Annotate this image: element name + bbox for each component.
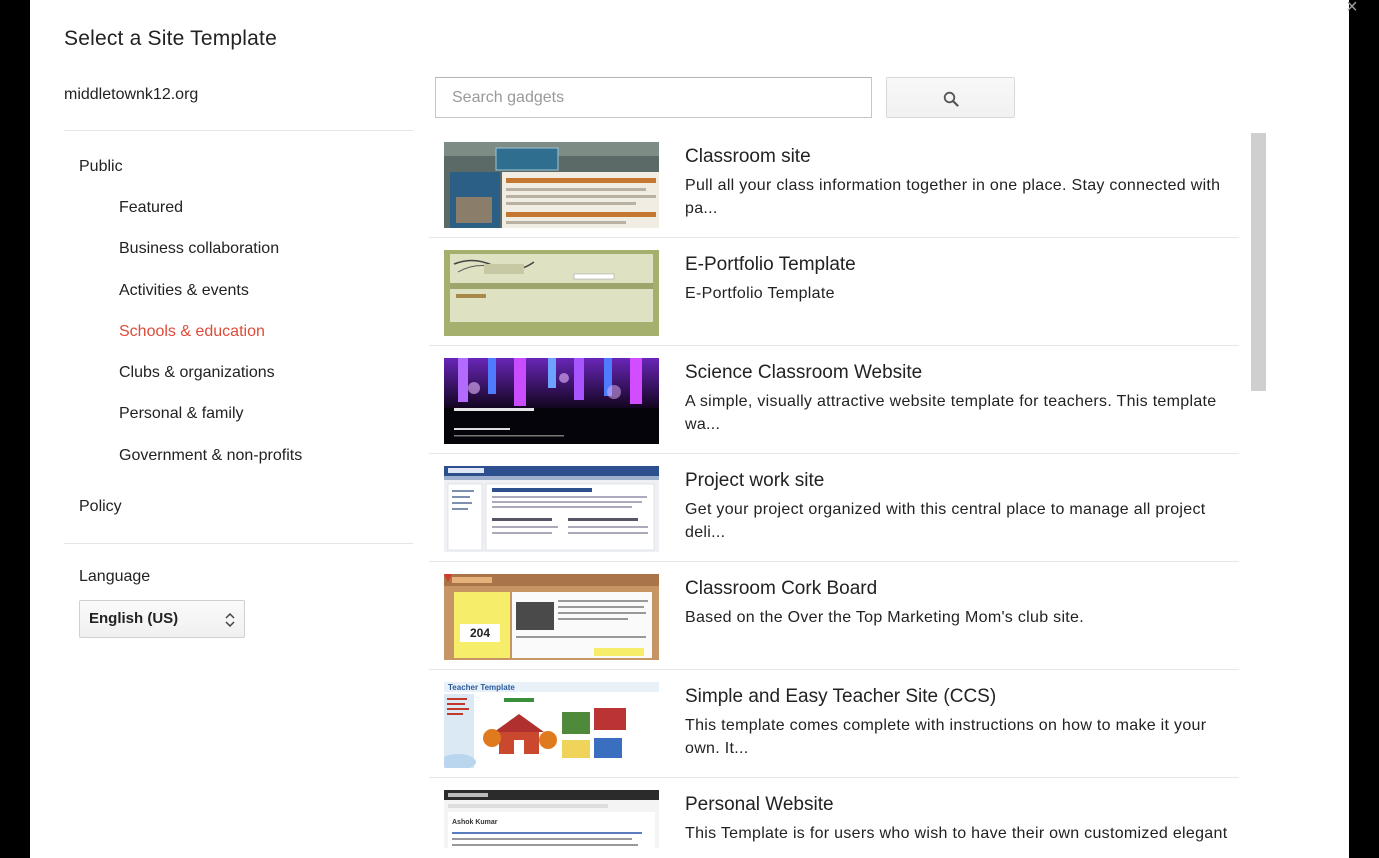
language-label: Language [79,568,151,585]
template-description: A simple, visually attractive website te… [685,393,1217,433]
template-row[interactable]: Project work site Get your project organ… [429,454,1239,562]
sidebar-item-schools-education[interactable]: Schools & education [119,323,265,341]
template-thumbnail [444,358,659,444]
language-select[interactable]: English (US) [79,600,245,638]
template-thumbnail [444,250,659,336]
template-dialog: Select a Site Template middletownk12.org… [30,0,1349,858]
template-description: This Template is for users who wish to h… [685,825,1228,842]
scrollbar-thumb[interactable] [1251,133,1266,391]
thumbnail-caption: Ashok Kumar [452,819,498,826]
updown-arrows-icon [225,613,235,627]
template-title[interactable]: E-Portfolio Template [685,254,856,276]
template-description: Based on the Over the Top Marketing Mom'… [685,609,1084,626]
thumbnail-caption: Teacher Template [448,683,515,692]
template-thumbnail [444,466,659,552]
sidebar-item-personal-family[interactable]: Personal & family [119,405,244,423]
template-title[interactable]: Classroom site [685,146,811,168]
template-description: This template comes complete with instru… [685,717,1207,757]
template-title[interactable]: Simple and Easy Teacher Site (CCS) [685,686,996,708]
search-icon [943,91,959,107]
template-thumbnail [444,142,659,228]
template-title[interactable]: Science Classroom Website [685,362,922,384]
template-row[interactable]: E-Portfolio Template E-Portfolio Templat… [429,238,1239,346]
close-icon[interactable]: × [1342,0,1362,17]
template-row[interactable]: Teacher Template Simple and Easy Teacher… [429,670,1239,778]
template-description: Pull all your class information together… [685,177,1221,217]
sidebar-divider [64,130,413,131]
sidebar-group-public[interactable]: Public [79,158,123,176]
sidebar-item-activities-events[interactable]: Activities & events [119,282,249,300]
template-description: Get your project organized with this cen… [685,501,1206,541]
sidebar-divider [64,543,413,544]
template-list[interactable]: Classroom site Pull all your class infor… [429,130,1239,848]
sidebar-item-business-collaboration[interactable]: Business collaboration [119,240,279,258]
thumbnail-number: 204 [470,626,490,640]
search-button[interactable] [886,77,1015,118]
template-thumbnail: Ashok Kumar [444,790,659,848]
dialog-title: Select a Site Template [64,27,277,50]
template-row[interactable]: Science Classroom Website A simple, visu… [429,346,1239,454]
template-title[interactable]: Personal Website [685,794,834,816]
template-row[interactable]: Ashok Kumar Personal Website This Templa… [429,778,1239,848]
template-thumbnail: 204 [444,574,659,660]
template-description: E-Portfolio Template [685,285,835,302]
template-thumbnail: Teacher Template [444,682,659,768]
template-title[interactable]: Project work site [685,470,824,492]
sidebar-item-clubs-organizations[interactable]: Clubs & organizations [119,364,275,382]
template-title[interactable]: Classroom Cork Board [685,578,877,600]
sidebar-item-featured[interactable]: Featured [119,199,183,217]
domain-link[interactable]: middletownk12.org [64,86,198,104]
search-input[interactable] [435,77,872,118]
template-row[interactable]: Classroom site Pull all your class infor… [429,130,1239,238]
sidebar-item-government-non-profits[interactable]: Government & non-profits [119,447,302,465]
language-value: English (US) [89,610,179,627]
template-row[interactable]: 204 Classroom Cork Board Based on the Ov… [429,562,1239,670]
sidebar-group-policy[interactable]: Policy [79,498,122,516]
